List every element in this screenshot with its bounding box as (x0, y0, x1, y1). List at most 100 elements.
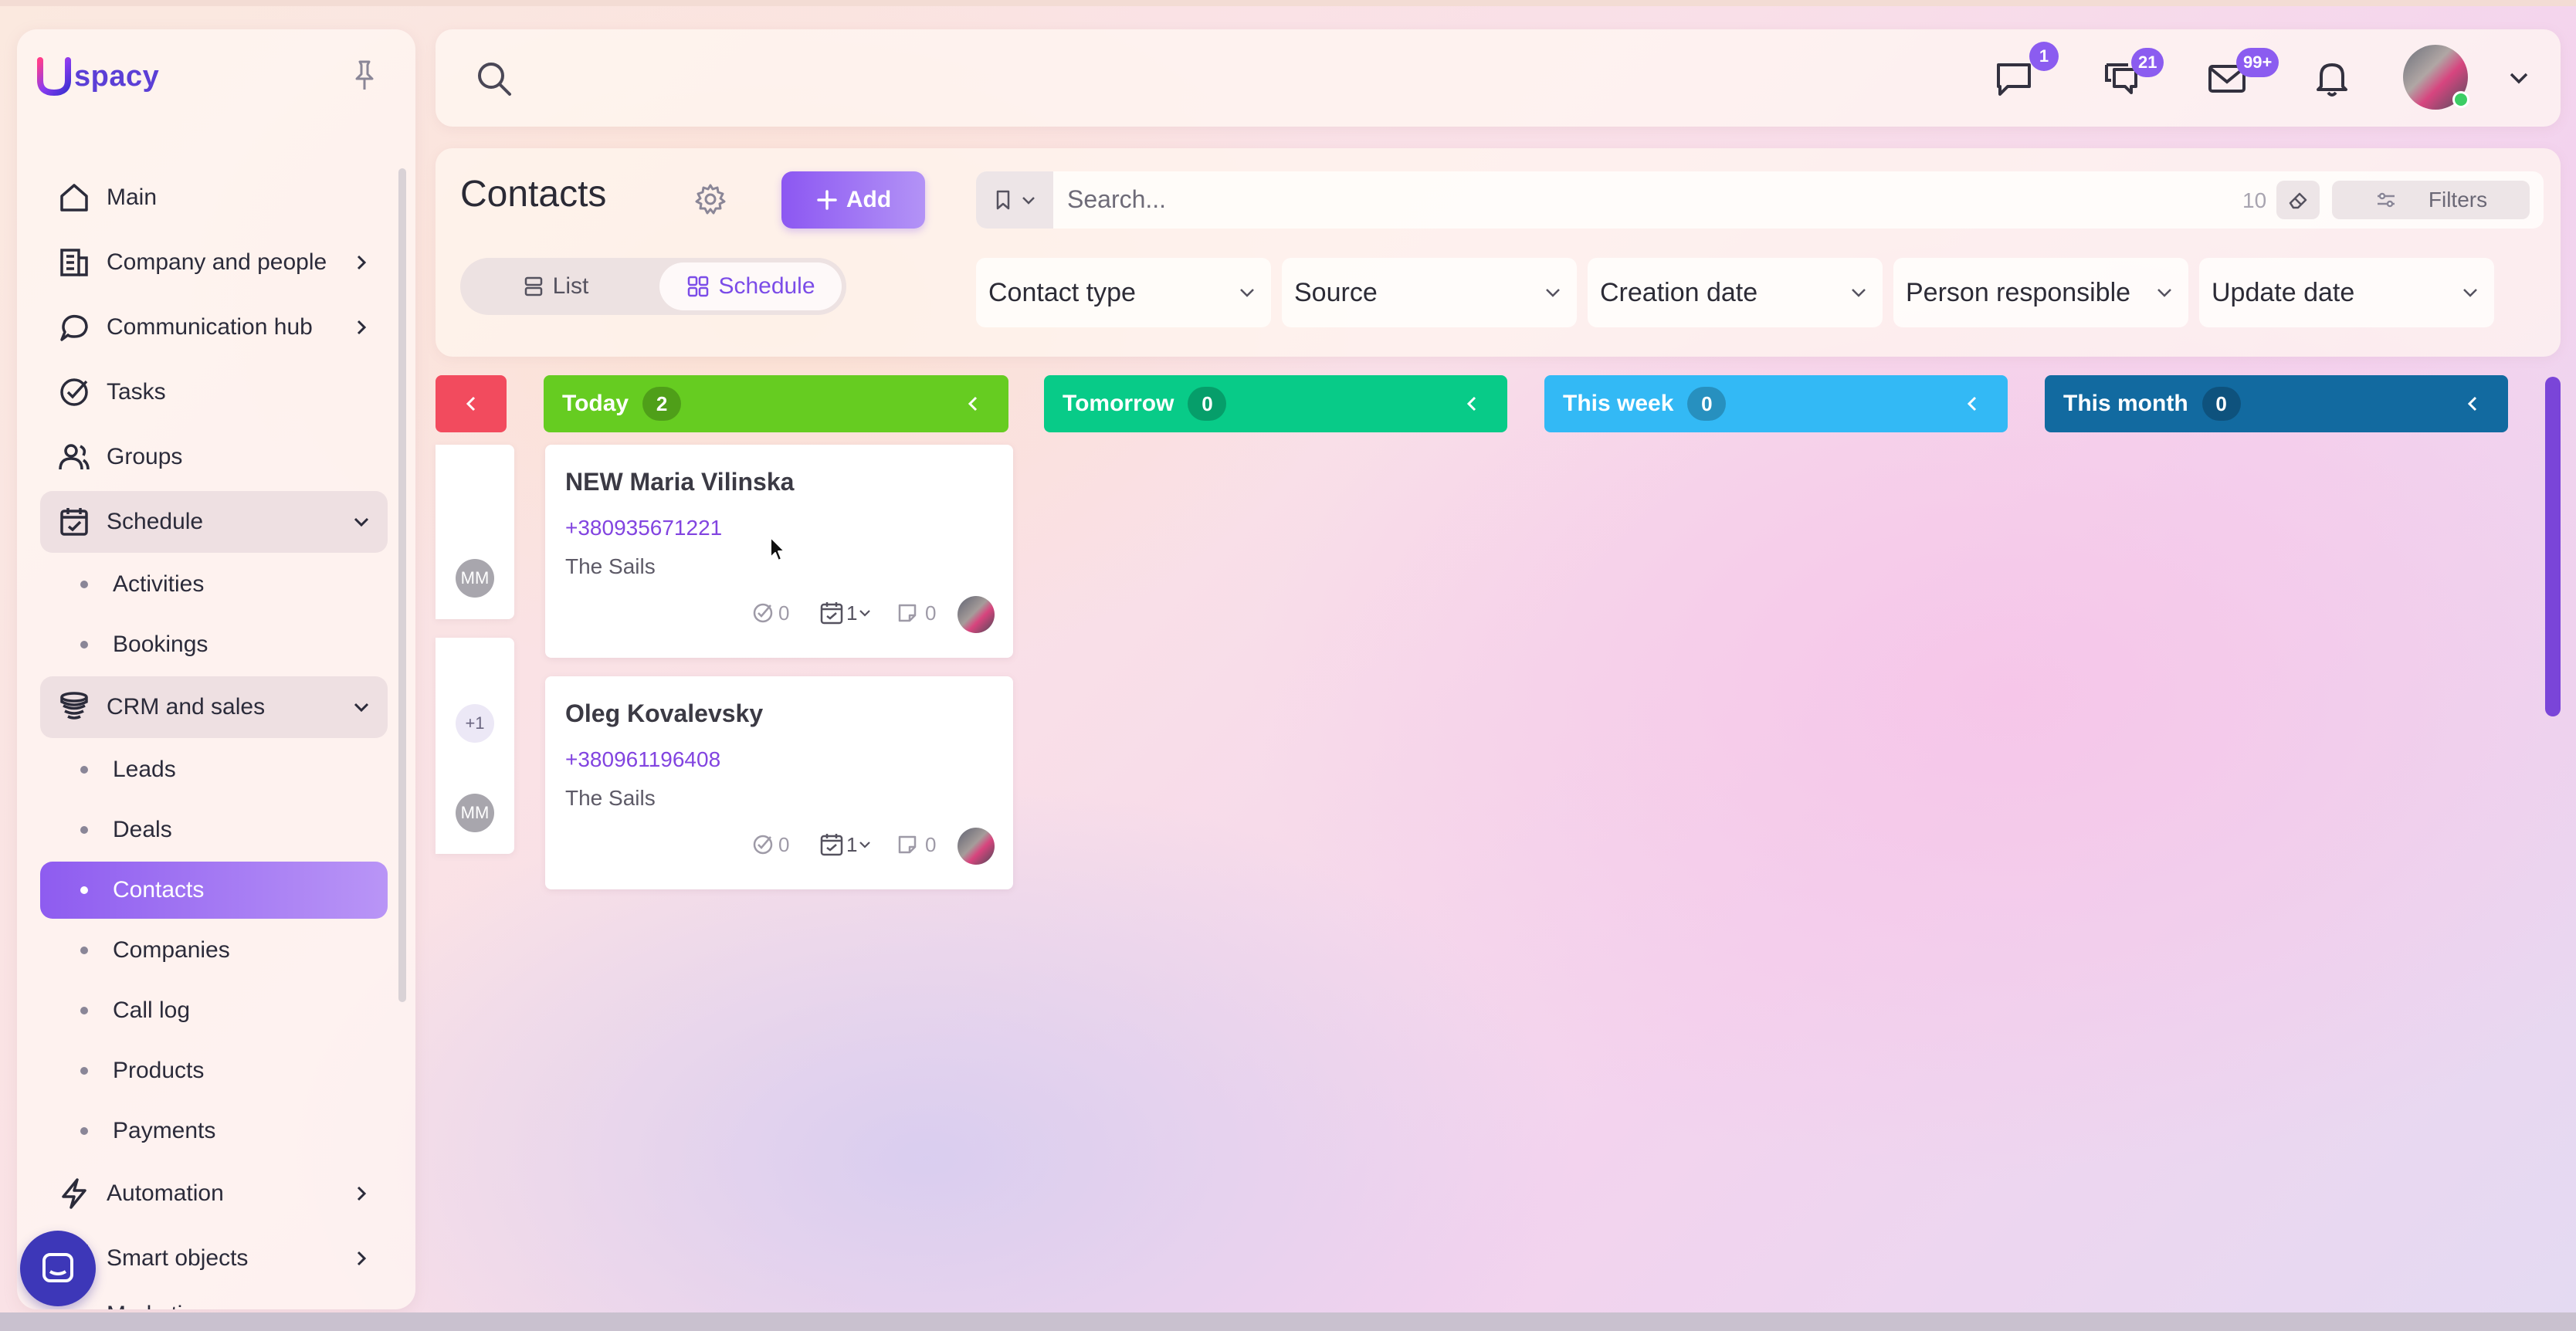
sidebar-item-label: Schedule (107, 509, 204, 534)
sidebar-item-main[interactable]: Main (40, 167, 388, 229)
sidebar-subitem-products[interactable]: Products (40, 1042, 388, 1099)
column-title: Today (562, 391, 629, 416)
comments-counter[interactable]: 0 (896, 596, 936, 630)
contact-name[interactable]: Oleg Kovalevsky (565, 699, 763, 728)
sidebar-item-groups[interactable]: Groups (40, 426, 388, 488)
sidebar-item-label: Automation (107, 1180, 224, 1206)
pin-icon[interactable] (349, 59, 380, 93)
gear-icon[interactable] (693, 182, 727, 216)
sidebar-item-label: Leads (113, 757, 176, 782)
view-schedule-tab[interactable]: Schedule (659, 262, 842, 310)
sidebar-item-schedule[interactable]: Schedule (40, 491, 388, 553)
bullet (80, 581, 88, 588)
clear-search-button[interactable] (2276, 181, 2320, 219)
sidebar-subitem-call-log[interactable]: Call log (40, 982, 388, 1039)
column-header-overdue[interactable] (436, 375, 507, 432)
contact-phone[interactable]: +380935671221 (565, 516, 722, 540)
support-chat-button[interactable] (20, 1231, 96, 1306)
sidebar-subitem-companies[interactable]: Companies (40, 922, 388, 979)
source-filter[interactable]: Source (1282, 258, 1577, 327)
sidebar-item-crm-and-sales[interactable]: CRM and sales (40, 676, 388, 738)
contact-name[interactable]: NEW Maria Vilinska (565, 468, 794, 496)
calendar-check-icon (820, 834, 843, 856)
sidebar-subitem-contacts[interactable]: Contacts (40, 862, 388, 919)
add-button-label: Add (846, 187, 892, 212)
partial-card[interactable]: MM (436, 445, 514, 619)
partial-card[interactable]: +1 MM (436, 638, 514, 854)
search-icon[interactable] (474, 59, 514, 99)
tasks-counter[interactable]: 0 (751, 828, 789, 862)
column-header-today[interactable]: Today 2 (544, 375, 1008, 432)
responsible-avatar[interactable] (958, 828, 995, 865)
sidebar-item-label: Contacts (113, 877, 205, 903)
sidebar-item-company-and-people[interactable]: Company and people (40, 232, 388, 293)
sidebar-item-marketing[interactable]: Marketing (40, 1292, 388, 1309)
responsible-avatar[interactable] (958, 596, 995, 633)
update-date-filter[interactable]: Update date (2199, 258, 2494, 327)
sidebar-subitem-bookings[interactable]: Bookings (40, 616, 388, 673)
chevron-down-icon (354, 703, 369, 713)
contact-phone[interactable]: +380961196408 (565, 747, 720, 772)
sidebar-scrollbar[interactable] (398, 168, 406, 1002)
sidebar-subitem-leads[interactable]: Leads (40, 741, 388, 798)
eraser-icon (2289, 192, 2307, 209)
sidebar-item-automation[interactable]: Automation (40, 1163, 388, 1224)
sidebar-item-tasks[interactable]: Tasks (40, 361, 388, 423)
chevron-left-icon (1466, 396, 1476, 411)
board-scrollbar[interactable] (2545, 377, 2561, 716)
more-assignees-badge: +1 (456, 704, 494, 743)
view-list-tab[interactable]: List (466, 262, 644, 310)
search-input[interactable]: Search... (1067, 185, 1166, 214)
person-responsible-filter[interactable]: Person responsible (1893, 258, 2188, 327)
note-icon (898, 835, 917, 854)
bullet (80, 1127, 88, 1135)
comments-counter[interactable]: 0 (896, 828, 936, 862)
dropdown-label: Person responsible (1906, 277, 2131, 307)
window-bottom-edge (0, 1312, 2576, 1331)
chevron-down-icon (1546, 289, 1560, 297)
creation-date-filter[interactable]: Creation date (1588, 258, 1883, 327)
add-button[interactable]: Add (781, 171, 925, 229)
contacts-toolbar: Contacts Add List Schedule Search... 10 … (436, 148, 2561, 357)
column-header-this-month[interactable]: This month 0 (2045, 375, 2508, 432)
sidebar-subitem-activities[interactable]: Activities (40, 556, 388, 613)
chat-icon[interactable] (1992, 59, 2035, 99)
column-header-this-week[interactable]: This week 0 (1544, 375, 2008, 432)
contact-company[interactable]: The Sails (565, 786, 656, 811)
bell-icon[interactable] (2310, 59, 2354, 99)
contact-card[interactable]: Oleg Kovalevsky +380961196408 The Sails … (545, 676, 1013, 889)
sidebar-subitem-payments[interactable]: Payments (40, 1102, 388, 1160)
logo[interactable]: spacy (37, 57, 159, 96)
sidebar-item-label: Company and people (107, 249, 327, 275)
saved-filters-button[interactable] (976, 171, 1053, 229)
activities-counter[interactable]: 1 (819, 596, 873, 630)
column-title: This month (2063, 391, 2188, 416)
sidebar-item-label: Payments (113, 1118, 216, 1143)
mouse-cursor-icon (770, 537, 785, 561)
filters-button[interactable]: Filters (2332, 181, 2530, 219)
chevron-down-icon (354, 517, 369, 527)
tasks-counter[interactable]: 0 (751, 596, 789, 630)
activities-counter[interactable]: 1 (819, 828, 873, 862)
sidebar-subitem-deals[interactable]: Deals (40, 801, 388, 859)
contact-type-filter[interactable]: Contact type (976, 258, 1271, 327)
column-header-tomorrow[interactable]: Tomorrow 0 (1044, 375, 1507, 432)
chevron-left-icon (2467, 396, 2477, 411)
top-header: 1 21 99+ (436, 29, 2561, 127)
sidebar-item-label: Companies (113, 937, 230, 963)
activities-count: 1 (846, 601, 858, 625)
chat-icon (56, 309, 93, 346)
column-count: 0 (1188, 387, 1227, 421)
chevron-right-icon (357, 1251, 367, 1266)
page-title: Contacts (460, 174, 607, 215)
grid-icon (688, 276, 709, 297)
tasks-count: 0 (778, 832, 790, 856)
sidebar-item-communication-hub[interactable]: Communication hub (40, 296, 388, 358)
mail-badge: 99+ (2236, 48, 2279, 77)
chevron-down-icon[interactable] (2505, 65, 2533, 93)
window-top-edge (0, 0, 2576, 6)
avatar: MM (456, 559, 494, 598)
chevron-down-icon (2157, 289, 2171, 297)
contact-company[interactable]: The Sails (565, 554, 656, 579)
chat-widget-icon (42, 1253, 73, 1282)
